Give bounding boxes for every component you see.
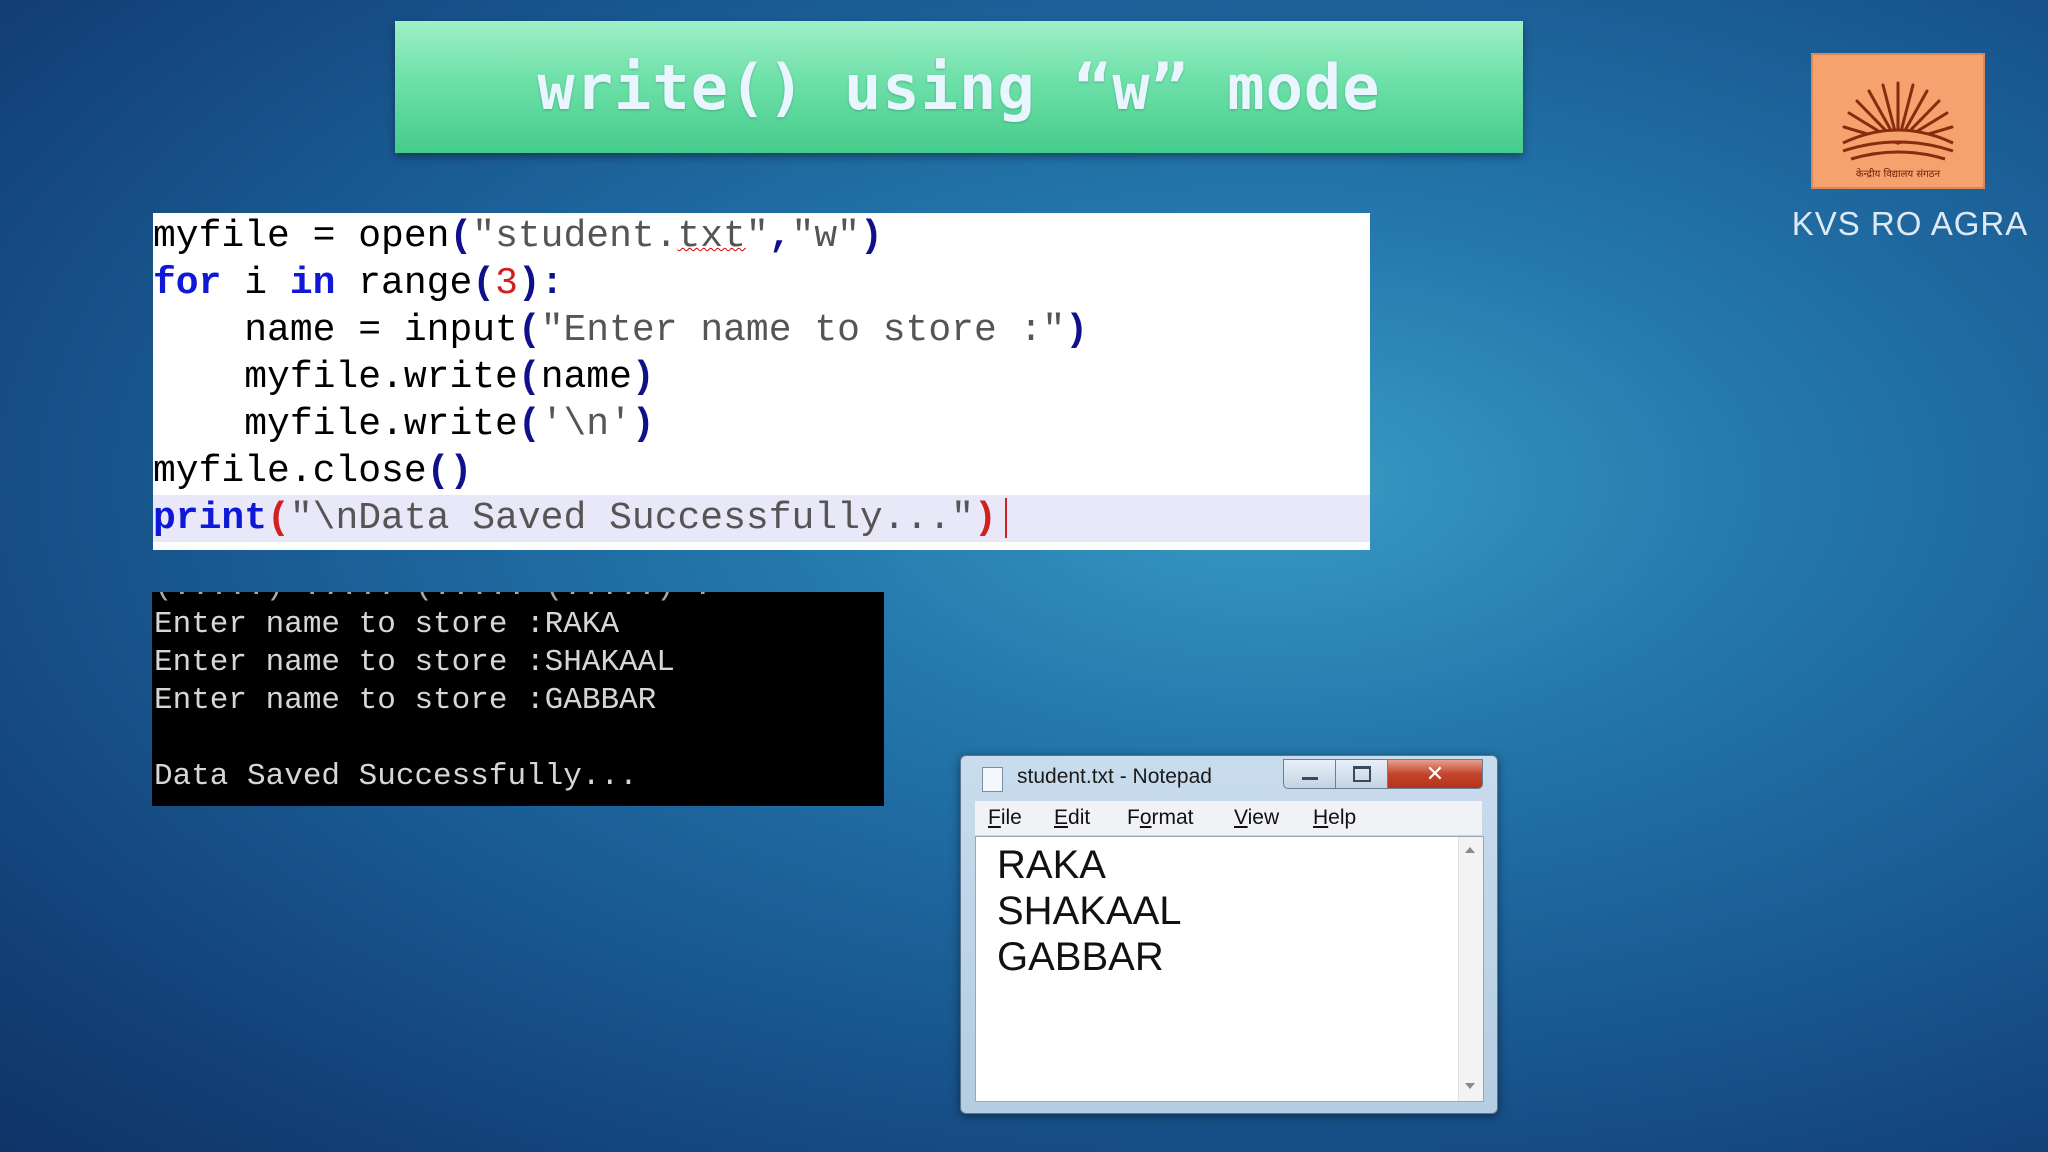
- code-token: myfile.write: [244, 403, 518, 446]
- code-token: (: [517, 309, 541, 352]
- vertical-scrollbar[interactable]: [1458, 837, 1483, 1101]
- code-token: i: [221, 262, 290, 305]
- console-line: Data Saved Successfully...: [154, 759, 638, 794]
- code-token: myfile = open: [153, 215, 450, 258]
- notepad-window[interactable]: student.txt - Notepad ✕ File Edit Format…: [960, 755, 1498, 1114]
- logo-caption: KVS RO AGRA: [1791, 205, 2029, 242]
- console-line: Enter name to store :RAKA: [154, 607, 620, 642]
- code-token: ): [631, 403, 655, 446]
- code-token: print: [153, 497, 268, 540]
- console-line: Enter name to store :GABBAR: [154, 683, 657, 718]
- close-button[interactable]: ✕: [1387, 759, 1483, 789]
- code-line: myfile.close(): [153, 448, 1370, 495]
- code-line: print("\nData Saved Successfully..."): [153, 495, 1370, 542]
- code-line: myfile.write('\n'): [153, 401, 1370, 448]
- code-token: ": [745, 215, 769, 258]
- code-line: myfile.write(name): [153, 354, 1370, 401]
- code-token: ): [973, 497, 997, 540]
- menu-format[interactable]: Format: [1127, 806, 1194, 830]
- code-token: for: [153, 262, 222, 305]
- menu-help[interactable]: Help: [1313, 806, 1356, 830]
- menu-file[interactable]: File: [988, 806, 1022, 830]
- code-line: myfile = open("student.txt","w"): [153, 213, 1370, 260]
- notepad-menubar: File Edit Format View Help: [975, 801, 1482, 836]
- text-caret: [1004, 497, 1007, 538]
- code-token: (: [472, 262, 496, 305]
- code-token: "Enter name to store :": [540, 309, 1066, 352]
- close-icon: ✕: [1425, 761, 1445, 787]
- slide-title: write() using “w” mode: [537, 50, 1381, 124]
- code-token: name = input: [244, 309, 518, 352]
- text-document-icon: [982, 767, 1003, 792]
- code-token: ): [631, 356, 655, 399]
- menu-edit[interactable]: Edit: [1054, 806, 1090, 830]
- code-token: name: [540, 356, 632, 399]
- scroll-down-icon[interactable]: [1465, 1083, 1475, 1089]
- notepad-text-line: SHAKAAL: [997, 889, 1182, 933]
- notepad-titlebar[interactable]: student.txt - Notepad ✕: [961, 756, 1497, 800]
- code-editor-panel[interactable]: myfile = open("student.txt","w") for i in…: [153, 213, 1370, 550]
- code-token: "\nData Saved Successfully...": [289, 497, 974, 540]
- maximize-button[interactable]: [1335, 759, 1388, 789]
- code-token: '\n': [540, 403, 632, 446]
- kvs-emblem-icon: केन्द्रीय विद्यालय संगठन: [1842, 81, 1954, 180]
- code-token: (): [426, 450, 473, 493]
- code-token: 3: [495, 262, 518, 305]
- notepad-text-line: RAKA: [997, 843, 1106, 887]
- code-token: ):: [517, 262, 564, 305]
- minimize-button[interactable]: [1283, 759, 1336, 789]
- notepad-text-area[interactable]: RAKA SHAKAAL GABBAR: [975, 836, 1484, 1102]
- notepad-title: student.txt - Notepad: [1017, 765, 1212, 788]
- console-cut-line: (.....) ..... (..... (.....) .: [154, 592, 712, 606]
- code-token: (: [267, 497, 290, 540]
- console-line: Enter name to store :SHAKAAL: [154, 645, 675, 680]
- code-token: txt: [677, 215, 746, 258]
- code-line: for i in range(3):: [153, 260, 1370, 307]
- code-token: ,: [768, 215, 792, 258]
- code-token: in: [289, 262, 336, 305]
- code-token: "w": [791, 215, 860, 258]
- code-token: myfile.close: [153, 450, 427, 493]
- code-token: range: [335, 262, 473, 305]
- code-token: "student.: [472, 215, 678, 258]
- code-token: ): [1065, 309, 1088, 352]
- scroll-up-icon[interactable]: [1465, 847, 1475, 853]
- menu-view[interactable]: View: [1234, 806, 1279, 830]
- kvs-logo: केन्द्रीय विद्यालय संगठन: [1811, 53, 1985, 189]
- logo-hindi-text: केन्द्रीय विद्यालय संगठन: [1856, 168, 1941, 180]
- code-token: (: [517, 403, 541, 446]
- code-token: (: [449, 215, 473, 258]
- minimize-icon: [1301, 776, 1318, 780]
- slide-title-banner: write() using “w” mode: [395, 21, 1523, 153]
- code-token: (: [517, 356, 541, 399]
- notepad-text-line: GABBAR: [997, 935, 1164, 979]
- code-token: ): [859, 215, 883, 258]
- code-token: myfile.write: [244, 356, 518, 399]
- console-output: (.....) ..... (..... (.....) . Enter nam…: [152, 592, 884, 806]
- maximize-icon: [1352, 766, 1371, 782]
- code-line: name = input("Enter name to store :"): [153, 307, 1370, 354]
